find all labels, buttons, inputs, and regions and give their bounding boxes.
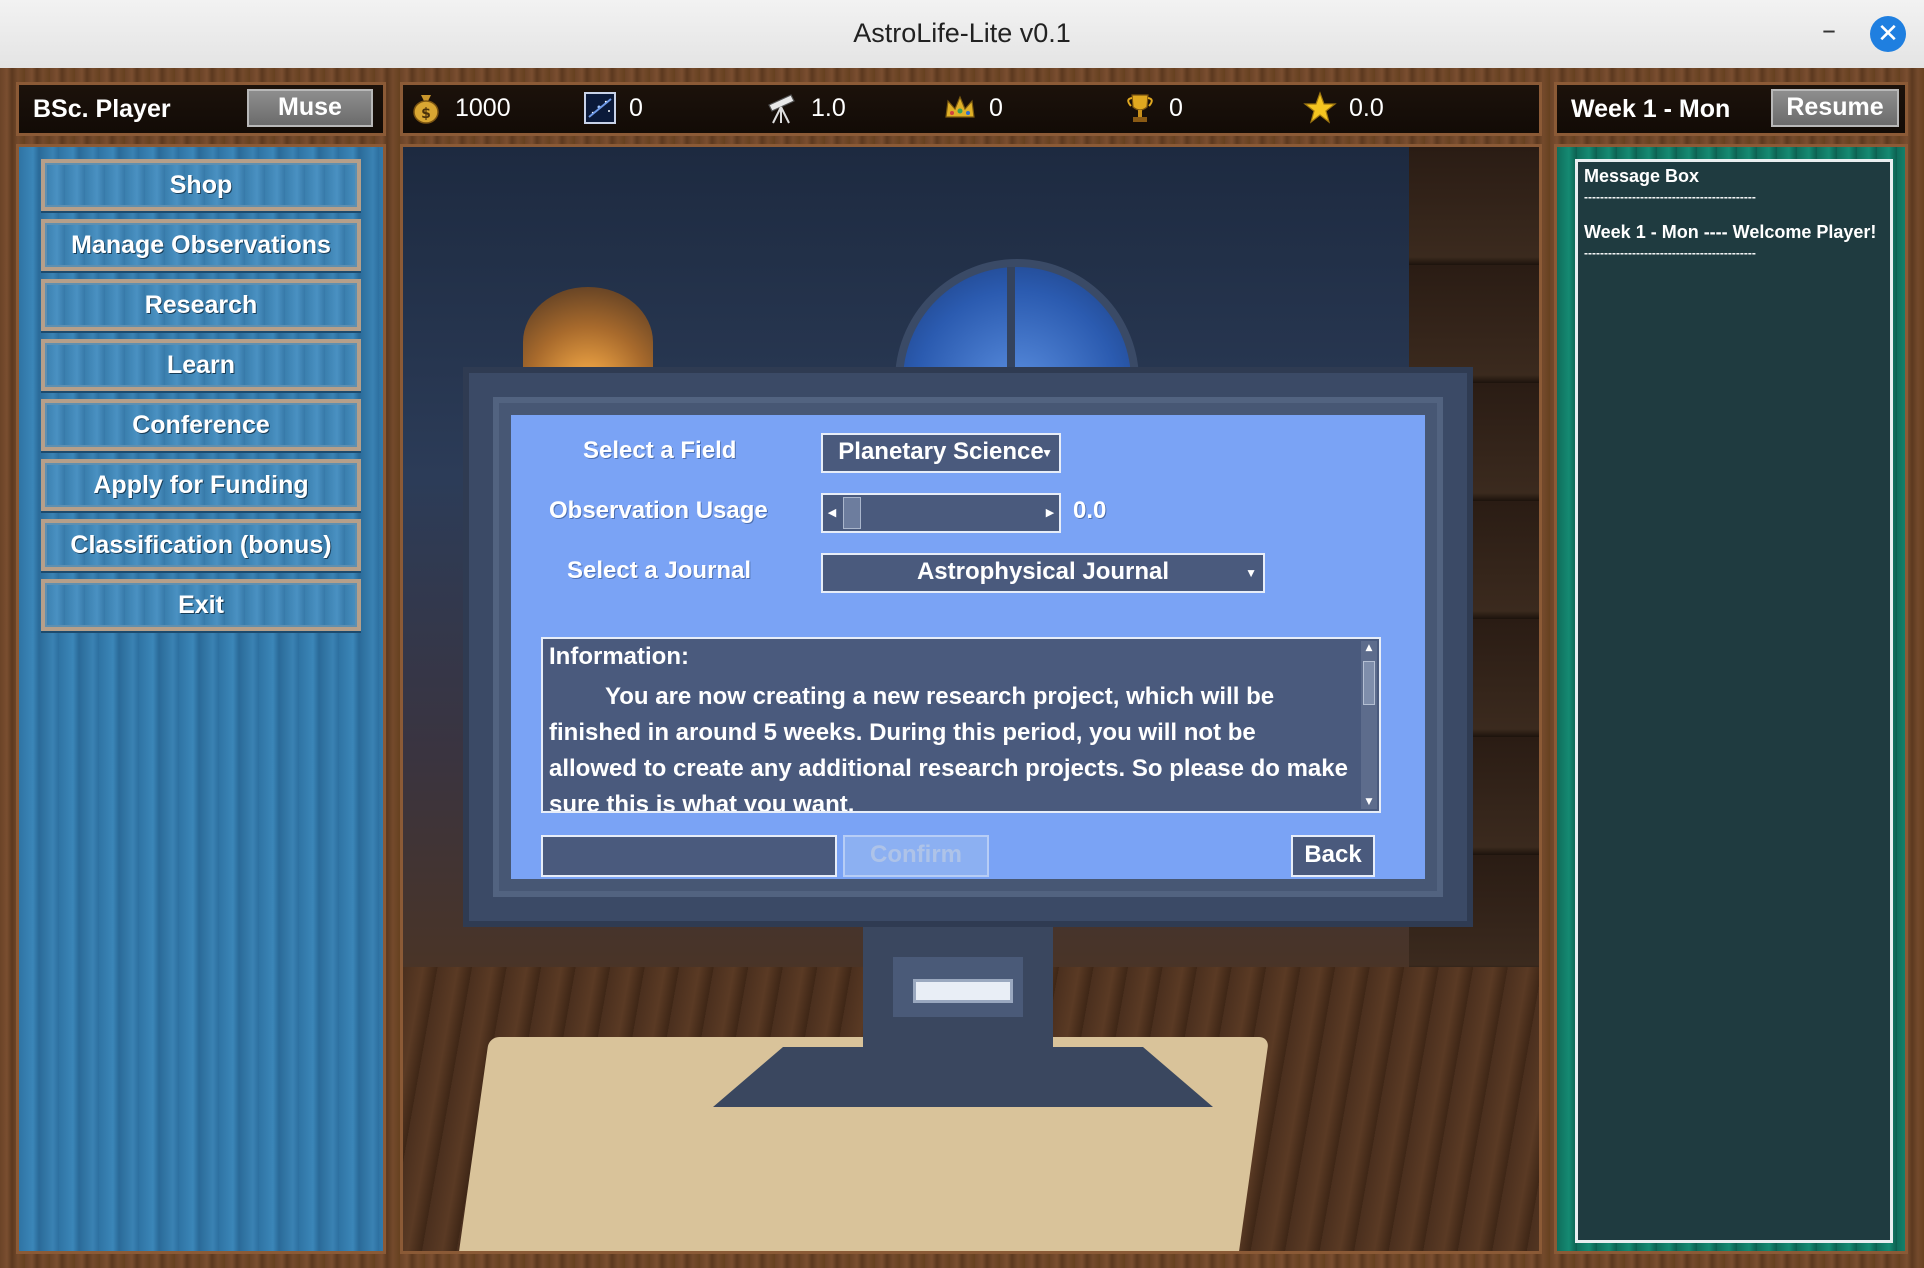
study-room-scene: Select a Field Planetary Science ▼ Obser…: [400, 144, 1542, 1254]
information-title: Information:: [549, 643, 689, 670]
crowns-stat: 0: [943, 91, 1003, 125]
message-separator: ----------------------------------------…: [1584, 246, 1756, 260]
shop-button[interactable]: Shop: [41, 159, 361, 211]
scrollbar-thumb[interactable]: [1363, 661, 1375, 705]
svg-text:$: $: [421, 106, 431, 122]
crown-icon: [945, 95, 975, 118]
manage-observations-button[interactable]: Manage Observations: [41, 219, 361, 271]
learn-button[interactable]: Learn: [41, 339, 361, 391]
money-value: 1000: [455, 93, 511, 122]
research-button[interactable]: Research: [41, 279, 361, 331]
observations-value: 0: [629, 93, 643, 122]
main-menu: Shop Manage Observations Research Learn …: [16, 144, 386, 1254]
info-scrollbar[interactable]: ▲ ▼: [1361, 641, 1377, 809]
usage-value: 0.0: [1073, 497, 1107, 524]
scroll-down-icon[interactable]: ▼: [1361, 797, 1377, 807]
trophy-icon: [1127, 94, 1153, 122]
crowns-value: 0: [989, 93, 1003, 122]
close-button[interactable]: ✕: [1870, 16, 1906, 52]
slider-right-arrow-icon[interactable]: ▶: [1041, 495, 1059, 531]
telescope-icon: [768, 94, 795, 124]
research-dialog: Select a Field Planetary Science ▼ Obser…: [511, 415, 1425, 879]
message-entry: Week 1 - Mon ---- Welcome Player!: [1584, 222, 1877, 242]
message-separator: ----------------------------------------…: [1584, 190, 1756, 204]
apply-funding-button[interactable]: Apply for Funding: [41, 459, 361, 511]
monitor-power-light: [913, 979, 1013, 1003]
project-name-input[interactable]: [541, 835, 837, 877]
chevron-down-icon: ▼: [1245, 566, 1257, 580]
muse-button[interactable]: Muse: [247, 89, 373, 127]
field-select[interactable]: Planetary Science ▼: [821, 433, 1061, 473]
scroll-up-icon[interactable]: ▲: [1361, 643, 1377, 653]
slider-thumb[interactable]: [843, 497, 861, 529]
usage-label: Observation Usage: [549, 497, 768, 524]
minimize-button[interactable]: –: [1822, 16, 1836, 44]
usage-slider[interactable]: ◀ ▶: [821, 493, 1061, 533]
monitor-bezel: Select a Field Planetary Science ▼ Obser…: [493, 397, 1443, 897]
information-box[interactable]: Information: You are now creating a new …: [541, 637, 1381, 813]
exit-button[interactable]: Exit: [41, 579, 361, 631]
chevron-down-icon: ▼: [1041, 446, 1053, 460]
journal-select[interactable]: Astrophysical Journal ▼: [821, 553, 1265, 593]
telescope-stat: 1.0: [765, 91, 846, 125]
star-icon: [1303, 91, 1337, 124]
game-frame: BSc. Player Muse $ 1000 0 1.0 0 0 0.0 We…: [0, 68, 1924, 1268]
slider-left-arrow-icon[interactable]: ◀: [823, 495, 841, 531]
week-label: Week 1 - Mon: [1571, 95, 1731, 123]
information-text: You are now creating a new research proj…: [549, 683, 1348, 813]
stats-bar: $ 1000 0 1.0 0 0 0.0: [400, 82, 1542, 136]
conference-button[interactable]: Conference: [41, 399, 361, 451]
resume-button[interactable]: Resume: [1771, 89, 1899, 127]
confirm-button[interactable]: Confirm: [843, 835, 989, 877]
message-box-title: Message Box: [1584, 166, 1700, 186]
player-bar: BSc. Player Muse: [16, 82, 386, 136]
observations-stat: 0: [583, 91, 643, 125]
classification-button[interactable]: Classification (bonus): [41, 519, 361, 571]
journal-select-value: Astrophysical Journal: [916, 558, 1170, 585]
observation-image-icon: [584, 92, 616, 124]
player-rank: BSc. Player: [33, 95, 171, 123]
monitor-base: [713, 1047, 1213, 1107]
field-select-value: Planetary Science: [838, 438, 1044, 465]
message-panel: Message Box ----------------------------…: [1554, 144, 1908, 1254]
money-bag-icon: $: [413, 95, 439, 124]
field-label: Select a Field: [583, 437, 737, 464]
stars-value: 0.0: [1349, 93, 1384, 122]
money-stat: $ 1000: [409, 91, 511, 125]
window-titlebar: AstroLife-Lite v0.1 – ✕: [0, 0, 1924, 69]
stars-stat: 0.0: [1303, 91, 1384, 125]
computer-monitor: Select a Field Planetary Science ▼ Obser…: [463, 367, 1473, 927]
back-button[interactable]: Back: [1291, 835, 1375, 877]
time-bar: Week 1 - Mon Resume: [1554, 82, 1908, 136]
telescope-value: 1.0: [811, 93, 846, 122]
window-title: AstroLife-Lite v0.1: [853, 18, 1071, 48]
journal-label: Select a Journal: [567, 557, 752, 584]
message-box[interactable]: Message Box ----------------------------…: [1575, 159, 1893, 1243]
trophies-value: 0: [1169, 93, 1183, 122]
trophies-stat: 0: [1123, 91, 1183, 125]
